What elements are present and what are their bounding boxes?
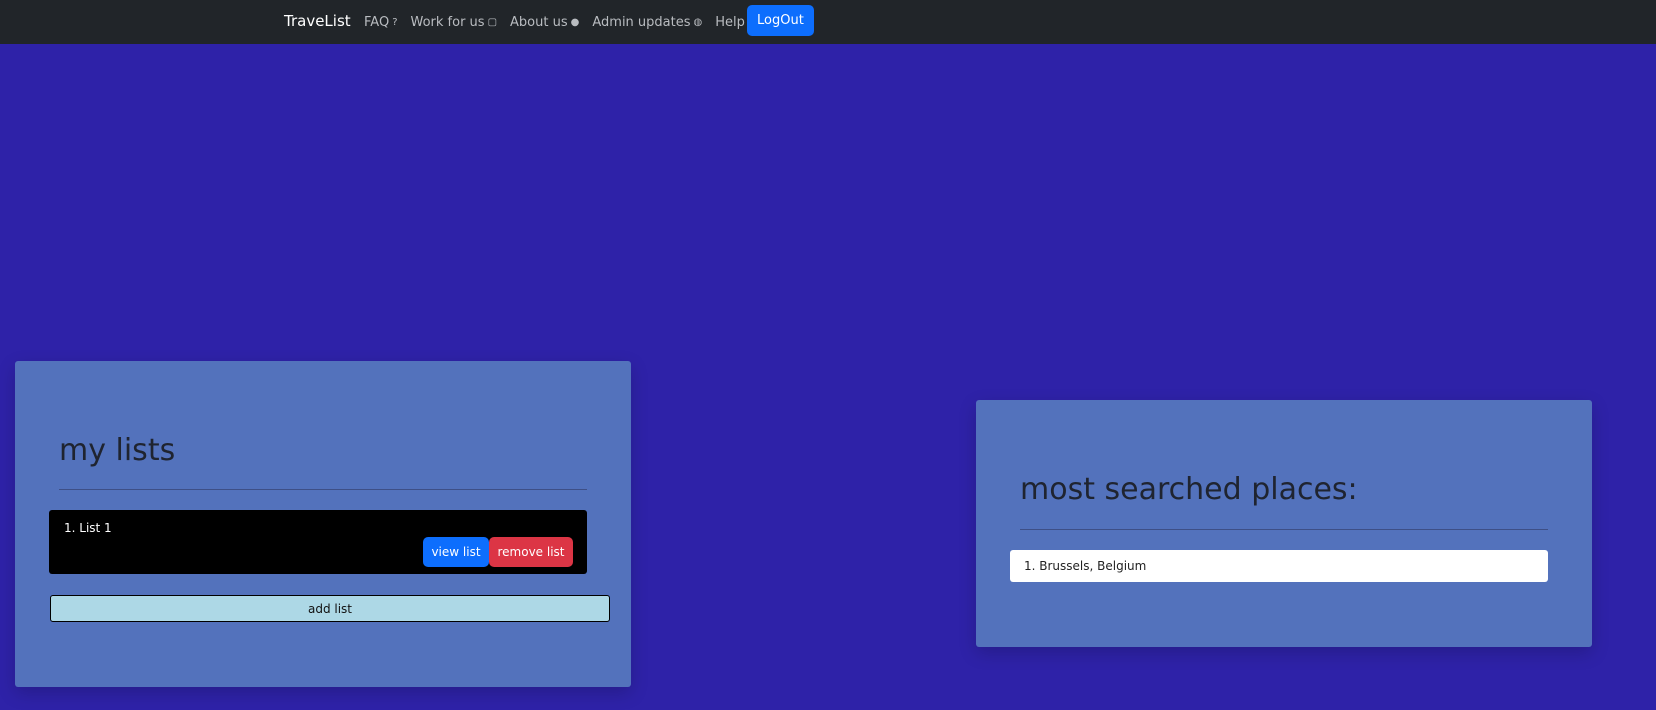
question-circle-icon: ?	[392, 16, 398, 28]
top-navbar: TraveList FAQ ? Work for us ▢ About us ●…	[0, 0, 1656, 44]
place-item-label: 1. Brussels, Belgium	[1024, 559, 1147, 573]
nav-link-faq-label: FAQ	[364, 14, 390, 30]
most-searched-divider	[1020, 529, 1548, 530]
nav-help-label: Help	[715, 14, 745, 30]
list-item: 1. List 1 view list remove list	[49, 510, 587, 574]
nav-link-admin-label: Admin updates	[592, 14, 691, 30]
nav-link-work-label: Work for us	[410, 14, 485, 30]
nav-link-about-us[interactable]: About us ●	[510, 15, 579, 30]
my-lists-title: my lists	[59, 433, 176, 468]
place-list-item[interactable]: 1. Brussels, Belgium	[1010, 550, 1548, 582]
most-searched-title: most searched places:	[1020, 472, 1358, 507]
most-searched-panel: most searched places: 1. Brussels, Belgi…	[976, 400, 1592, 647]
globe-icon: ◍	[693, 16, 703, 28]
briefcase-icon: ▢	[487, 16, 498, 28]
add-list-button[interactable]: add list	[50, 595, 610, 622]
view-list-button[interactable]: view list	[423, 537, 489, 567]
nav-link-work-for-us[interactable]: Work for us ▢	[411, 15, 498, 30]
brand-logo[interactable]: TraveList	[284, 12, 351, 30]
nav-link-admin-updates[interactable]: Admin updates ◍	[592, 15, 702, 30]
my-lists-divider	[59, 489, 587, 490]
chat-icon: ●	[570, 16, 580, 28]
nav-links: FAQ ? Work for us ▢ About us ● Admin upd…	[364, 0, 770, 44]
logout-button[interactable]: LogOut	[747, 5, 814, 36]
nav-link-about-label: About us	[510, 14, 568, 30]
list-item-name: 1. List 1	[64, 521, 112, 535]
my-lists-panel: my lists 1. List 1 view list remove list…	[15, 361, 631, 687]
nav-link-faq[interactable]: FAQ ?	[364, 15, 398, 30]
remove-list-button[interactable]: remove list	[489, 537, 573, 567]
